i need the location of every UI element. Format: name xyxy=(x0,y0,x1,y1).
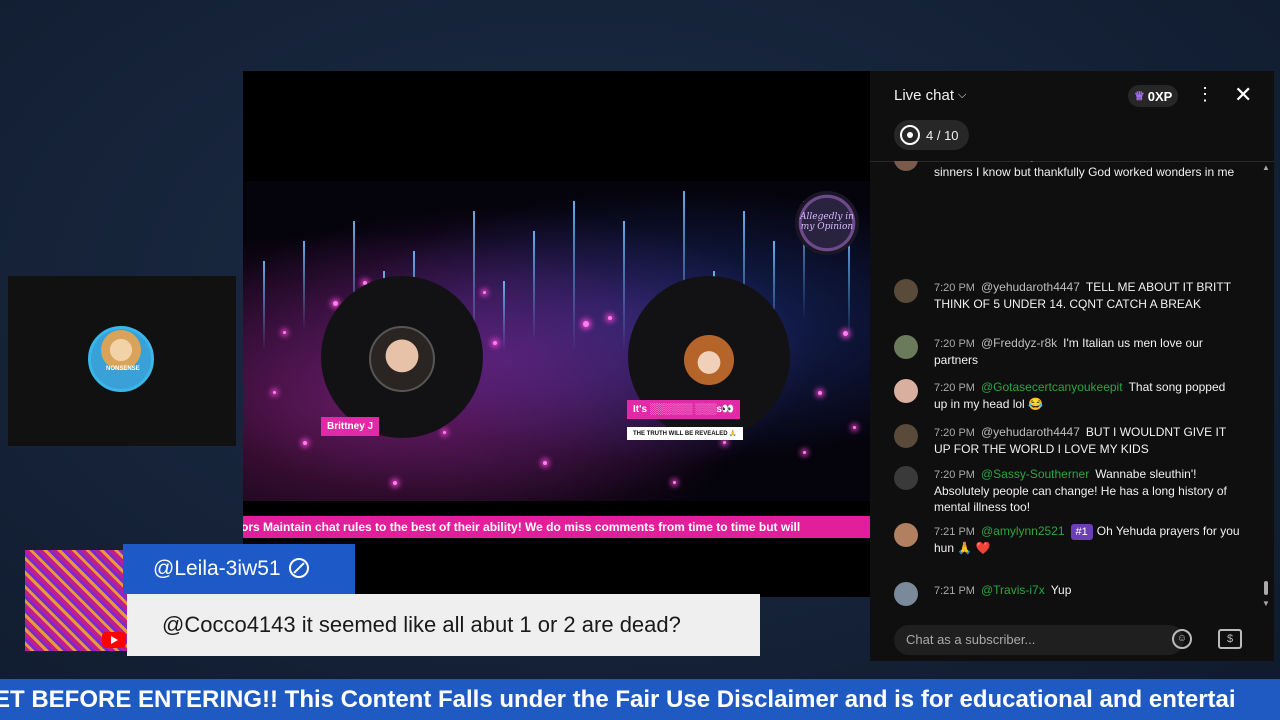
chat-message[interactable]: 7:20 PM @Freddyz-r8k I'm Italian us men lo… xyxy=(894,335,1240,368)
sparkle xyxy=(543,461,547,465)
chat-input[interactable]: Chat as a subscriber... xyxy=(894,625,1184,655)
message-time: 7:20 PM xyxy=(934,282,975,294)
sparkle xyxy=(493,341,497,345)
guest-right-avatar xyxy=(684,335,734,385)
bottom-ticker-text: ET BEFORE ENTERING!! This Content Falls … xyxy=(0,686,1236,713)
message-author[interactable]: @yehudaroth4447 xyxy=(981,425,1080,439)
chat-message[interactable]: 7:20 PM @WhitneyMasonKaraokeI'm one of th… xyxy=(894,161,1240,180)
scrollbar-thumb[interactable] xyxy=(1264,581,1268,595)
chat-message[interactable]: 7:20 PM @Sassy-Southerner Wannabe sleuthin… xyxy=(894,466,1240,515)
live-chat-panel: Live chat ⌵ ♕ 0XP ⋮ ✕ 4 / 10 7:20 PM @Whi… xyxy=(870,71,1274,661)
light-streak xyxy=(573,201,575,351)
light-streak xyxy=(303,241,305,331)
sparkle xyxy=(853,426,856,429)
more-options-icon[interactable]: ⋮ xyxy=(1196,84,1214,105)
message-time: 7:20 PM xyxy=(934,427,975,439)
message-author[interactable]: @Travis-i7x xyxy=(981,583,1045,597)
bottom-ticker: ET BEFORE ENTERING!! This Content Falls … xyxy=(0,679,1280,720)
light-streak xyxy=(533,231,535,341)
sparkle xyxy=(583,321,589,327)
avatar[interactable] xyxy=(894,279,918,303)
light-streak xyxy=(263,261,265,351)
sparkle xyxy=(803,451,806,454)
avatar[interactable] xyxy=(894,523,918,547)
chat-message[interactable]: 7:20 PM @yehudaroth4447 TELL ME ABOUT IT B… xyxy=(894,279,1240,312)
message-author[interactable]: @yehudaroth4447 xyxy=(981,280,1080,294)
chat-title: Live chat xyxy=(894,87,955,104)
sparkle xyxy=(333,301,338,306)
message-author[interactable]: @Freddyz-r8k xyxy=(981,336,1057,350)
guest-right-subtitle: THE TRUTH WILL BE REVEALED 🙏 xyxy=(627,427,743,440)
host-avatar-label: NONSENSE xyxy=(106,366,140,372)
chat-message[interactable]: 7:21 PM @Travis-i7x Yup xyxy=(894,582,1240,606)
sparkle xyxy=(283,331,286,334)
featured-comment-text: @Cocco4143 it seemed like all abut 1 or … xyxy=(127,594,760,656)
message-text: TELL ME ABOUT IT BRITT THINK OF 5 UNDER … xyxy=(934,280,1231,311)
sparkle xyxy=(303,441,307,445)
message-time: 7:21 PM xyxy=(934,585,975,597)
crown-icon: ♕ xyxy=(1134,89,1145,103)
sparkle xyxy=(483,291,486,294)
message-text: Yup xyxy=(1050,583,1072,597)
emoji-icon[interactable]: ☺ xyxy=(1172,629,1192,649)
message-author[interactable]: @amylynn2521 xyxy=(981,524,1065,538)
super-chat-icon[interactable]: $ xyxy=(1218,629,1242,649)
message-author[interactable]: @Gotasecertcanyoukeepit xyxy=(981,380,1123,394)
avatar[interactable] xyxy=(894,466,918,490)
message-time: 7:20 PM xyxy=(934,382,975,394)
message-time: 7:20 PM xyxy=(934,338,975,350)
featured-comment-author: @Leila-3iw51 xyxy=(123,544,355,594)
chat-message[interactable]: 7:20 PM @Gotasecertcanyoukeepit That song … xyxy=(894,379,1240,412)
message-text: I'm one of the worst sinners I know but … xyxy=(934,161,1235,179)
sparkle xyxy=(443,431,446,434)
chat-goal-chip[interactable]: 4 / 10 xyxy=(894,120,969,150)
chat-message[interactable]: 7:21 PM @amylynn2521 #1 Oh Yehuda prayers f… xyxy=(894,523,1240,556)
chat-message-list[interactable]: 7:20 PM @WhitneyMasonKaraokeI'm one of th… xyxy=(870,161,1260,607)
close-icon[interactable]: ✕ xyxy=(1234,82,1252,108)
goal-progress: 4 / 10 xyxy=(926,127,959,143)
message-time: 7:20 PM xyxy=(934,161,975,162)
video-player[interactable]: Brittney J It's ░░░░░░ ░░░s👀 THE TRUTH W… xyxy=(243,71,870,597)
xp-value: 0XP xyxy=(1147,88,1173,104)
video-ticker: ors Maintain chat rules to the best of t… xyxy=(243,516,870,538)
host-avatar xyxy=(88,326,154,392)
light-streak xyxy=(503,281,505,351)
sparkle xyxy=(273,391,276,394)
avatar[interactable] xyxy=(894,379,918,403)
avatar[interactable] xyxy=(894,335,918,359)
chat-mode-dropdown[interactable]: Live chat ⌵ xyxy=(894,87,966,104)
block-icon xyxy=(288,558,309,578)
featured-author-name: @Leila-3iw51 xyxy=(153,557,281,580)
message-time: 7:21 PM xyxy=(934,526,975,538)
message-time: 7:20 PM xyxy=(934,469,975,481)
chat-message[interactable]: 7:20 PM @yehudaroth4447 BUT I WOULDNT GIVE… xyxy=(894,424,1240,457)
sparkle xyxy=(723,441,726,444)
avatar[interactable] xyxy=(894,424,918,448)
guest-right-name: It's ░░░░░░ ░░░s👀 xyxy=(627,400,741,419)
scroll-down-icon[interactable]: ▼ xyxy=(1262,599,1270,608)
sparkle xyxy=(673,481,676,484)
avatar[interactable] xyxy=(894,582,918,606)
message-author[interactable]: @WhitneyMasonKaraoke xyxy=(981,161,1117,162)
sparkle xyxy=(608,316,612,320)
sparkle xyxy=(818,391,822,395)
message-author[interactable]: @Sassy-Southerner xyxy=(981,467,1089,481)
rank-badge: #1 xyxy=(1070,524,1093,540)
light-streak xyxy=(623,221,625,351)
light-streak xyxy=(848,231,850,341)
xp-badge[interactable]: ♕ 0XP xyxy=(1128,85,1179,107)
youtube-logo-icon xyxy=(102,632,126,648)
scroll-up-icon[interactable]: ▲ xyxy=(1262,163,1270,172)
guest-left-name: Brittney J xyxy=(321,417,380,436)
chat-header: Live chat ⌵ ♕ 0XP ⋮ ✕ 4 / 10 xyxy=(870,71,1274,161)
sparkle xyxy=(393,481,397,485)
guest-left-avatar xyxy=(369,326,435,392)
video-ticker-text: ors Maintain chat rules to the best of t… xyxy=(243,520,801,534)
avatar[interactable] xyxy=(894,161,918,171)
target-icon xyxy=(900,125,920,145)
chevron-down-icon: ⌵ xyxy=(958,89,967,101)
show-logo: Allegedly in my Opinion xyxy=(795,191,859,255)
